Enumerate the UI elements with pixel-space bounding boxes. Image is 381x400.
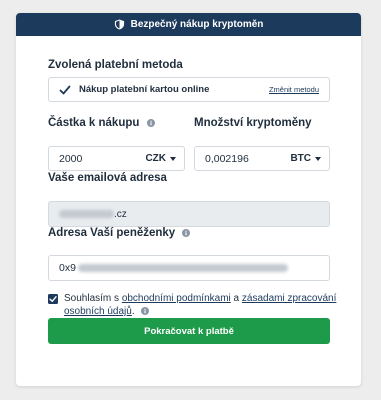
quantity-value: 0,002196 [205,152,249,165]
email-label: Vaše emailová adresa [48,172,167,184]
consent-checkbox[interactable] [48,294,58,304]
email-suffix: .cz [114,208,127,220]
payment-method-box[interactable]: Nákup platební kartou online Změnit meto… [48,77,330,102]
chevron-down-icon[interactable] [170,157,176,161]
amount-label-text: Částka k nákupu [48,117,140,129]
purchase-card: Bezpečný nákup kryptoměn Zvolená platebn… [16,13,361,386]
consent-text-before: Souhlasím s [64,293,122,304]
amount-label: Částka k nákupu [48,117,155,129]
crypto-currency-select[interactable]: BTC [290,153,311,164]
card-header: Bezpečný nákup kryptoměn [16,13,361,36]
wallet-address-field[interactable]: 0x9 [48,255,330,281]
email-field[interactable]: .cz [48,201,330,227]
info-icon[interactable] [146,118,155,127]
continue-to-payment-button[interactable]: Pokračovat k platbě [48,318,330,344]
info-icon[interactable] [182,228,191,237]
quantity-input[interactable]: 0,002196 BTC [194,146,330,171]
amount-value: 2000 [59,152,83,165]
checkmark-icon [59,85,71,94]
shield-icon [114,19,124,30]
terms-link[interactable]: obchodními podmínkami [122,293,231,304]
consent-text-middle: a [230,293,242,304]
change-method-link[interactable]: Změnit metodu [269,85,319,94]
chevron-down-icon[interactable] [315,157,321,161]
wallet-prefix: 0x9 [59,262,76,274]
wallet-label: Adresa Vaší peněženky [48,227,191,239]
redacted-email [59,210,114,218]
redacted-wallet [77,264,288,272]
amount-currency-select[interactable]: CZK [145,153,166,164]
consent-text-after: . [131,306,135,317]
consent-text: Souhlasím s obchodními podmínkami a zása… [64,292,338,318]
payment-method-label: Zvolená platební metoda [48,59,183,71]
header-title: Bezpečný nákup kryptoměn [130,19,264,30]
info-icon[interactable] [141,307,150,316]
amount-input[interactable]: 2000 CZK [48,146,185,171]
wallet-label-text: Adresa Vaší peněženky [48,227,176,239]
quantity-label: Množství kryptoměny [194,117,312,129]
payment-method-name: Nákup platební kartou online [79,84,210,95]
consent-row: Souhlasím s obchodními podmínkami a zása… [48,292,338,318]
